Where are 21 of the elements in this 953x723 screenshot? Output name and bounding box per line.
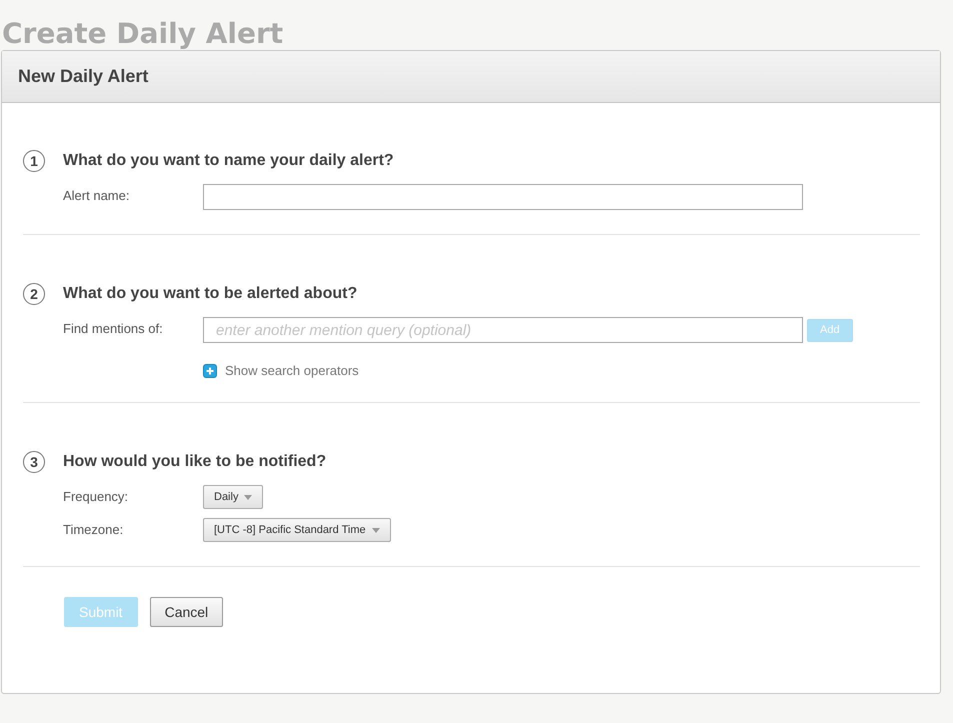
section-heading: What do you want to name your daily alert? [63, 152, 394, 170]
dropdown[interactable]: [UTC -8] Pacific Standard Time [203, 518, 391, 542]
mention-query-field[interactable]: enter another mention query (optional) [203, 317, 803, 343]
cancel-button[interactable]: Cancel [150, 597, 224, 627]
field-label: Find mentions of: [63, 320, 164, 338]
field-label: Alert name: [63, 187, 130, 205]
dropdown[interactable]: Daily [203, 485, 264, 509]
panel-title: New Daily Alert [18, 66, 148, 87]
step-number: 2 [23, 283, 45, 305]
search-operators-link[interactable]: Show search operators [225, 363, 359, 378]
section-heading: How would you like to be notified? [63, 453, 326, 471]
field-label: Timezone: [63, 521, 124, 539]
step-number: 1 [23, 150, 45, 172]
section-heading: What do you want to be alerted about? [63, 285, 358, 303]
field-label: Frequency: [63, 488, 130, 506]
caret-icon [244, 494, 252, 500]
step-number: 3 [23, 451, 45, 473]
caret-icon [372, 528, 380, 532]
plus-icon[interactable] [203, 364, 217, 378]
page-title: Create Daily Alert [1, 16, 284, 50]
alert-name-field[interactable] [203, 184, 803, 210]
